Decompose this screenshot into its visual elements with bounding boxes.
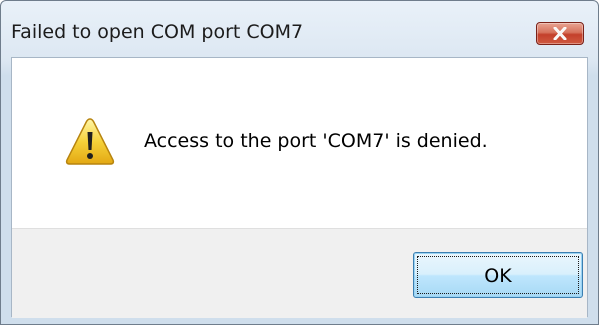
dialog-content: Access to the port 'COM7' is denied. OK bbox=[11, 57, 588, 318]
dialog-title: Failed to open COM port COM7 bbox=[11, 21, 304, 43]
ok-button[interactable]: OK bbox=[413, 252, 583, 298]
title-bar[interactable]: Failed to open COM port COM7 bbox=[1, 1, 598, 57]
dialog-window: Failed to open COM port COM7 Access to t… bbox=[0, 0, 599, 325]
close-icon bbox=[553, 27, 567, 40]
warning-icon bbox=[64, 116, 116, 168]
close-button[interactable] bbox=[536, 22, 584, 45]
ok-button-label: OK bbox=[484, 265, 512, 287]
button-area: OK bbox=[12, 228, 587, 318]
message-area: Access to the port 'COM7' is denied. bbox=[12, 58, 587, 228]
message-text: Access to the port 'COM7' is denied. bbox=[144, 130, 488, 152]
